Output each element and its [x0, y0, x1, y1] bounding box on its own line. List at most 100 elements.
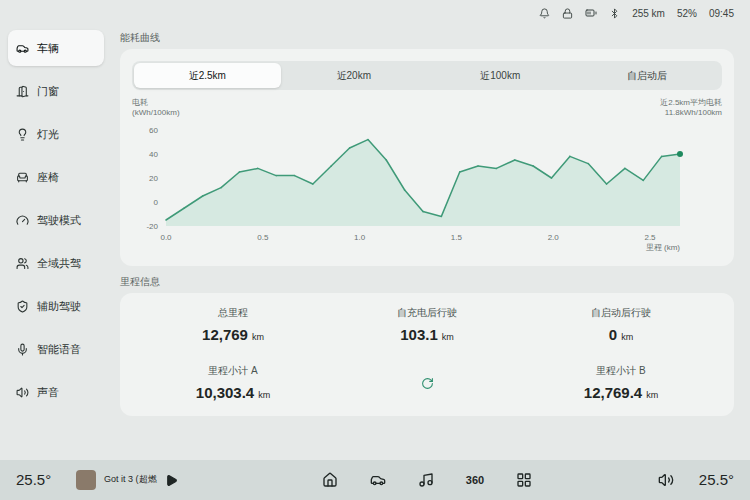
screen: 255 km 52% 09:45 车辆门窗灯光座椅驾驶模式全域共驾辅助驾驶智能语音声音… [0, 0, 750, 500]
energy-chart: 6040200-200.00.51.01.52.02.5里程 (km) [132, 122, 692, 254]
sidebar-item[interactable]: 座椅 [8, 159, 104, 195]
chart-segment [496, 160, 514, 168]
range-tabs: 近2.5km近20km近100km自启动后 [132, 61, 722, 90]
trip-meter: 里程小计 A10,303.4km [136, 363, 330, 405]
chart-segment [386, 160, 404, 190]
x-tick: 2.5 [644, 233, 656, 242]
svg-text:0: 0 [154, 198, 159, 207]
chart-segment [625, 168, 643, 180]
y-axis-title: 电耗 [132, 98, 180, 108]
average-label: 近2.5km平均电耗 [660, 98, 722, 108]
volume-icon[interactable] [658, 472, 674, 488]
x-tick: 2.0 [548, 233, 560, 242]
mileage-stat: 自充电后行驶103.1km [330, 305, 524, 347]
chart-header: 电耗(kWh/100km) 近2.5km平均电耗11.8kWh/100km [132, 94, 722, 118]
chart-segment [405, 190, 423, 212]
chart-segment [515, 160, 533, 166]
chart-segment [423, 212, 441, 217]
seat-icon [16, 171, 29, 184]
users-icon [16, 257, 29, 270]
y-tick: 20 [149, 174, 158, 183]
chart-segment [276, 175, 294, 177]
shield-icon [16, 300, 29, 313]
reset-icon[interactable] [421, 377, 434, 390]
bluetooth-icon [609, 8, 620, 19]
mic-icon [16, 343, 29, 356]
range-tab[interactable]: 近100km [427, 63, 574, 88]
sidebar-item[interactable]: 辅助驾驶 [8, 288, 104, 324]
mileage-stat: 自启动后行驶0km [524, 305, 718, 347]
svg-text:20: 20 [149, 174, 158, 183]
lock-icon [562, 8, 573, 19]
left-temperature[interactable]: 25.5° [16, 469, 60, 492]
grid-icon[interactable] [516, 472, 532, 488]
x-tick: 1.0 [354, 233, 366, 242]
battery-text: 52% [677, 6, 697, 21]
chart-segment [478, 166, 496, 168]
chart-segment [331, 148, 349, 166]
media-player[interactable]: Got it 3 (超燃 [76, 470, 196, 490]
chart-segment [295, 176, 313, 184]
sidebar-item[interactable]: 全域共驾 [8, 245, 104, 281]
right-temperature[interactable]: 25.5° [690, 469, 734, 492]
sidebar-item[interactable]: 门窗 [8, 73, 104, 109]
trip-meter: 里程小计 B12,769.4km [524, 363, 718, 405]
chart-segment [258, 168, 276, 175]
home-icon[interactable] [322, 472, 338, 488]
mileage-stat: 总里程12,769km [136, 305, 330, 347]
chart-segment [239, 168, 257, 172]
y-tick: 0 [154, 198, 159, 207]
mileage-card: 总里程12,769km自充电后行驶103.1km自启动后行驶0km 里程小计 A1… [120, 293, 734, 416]
sidebar-item[interactable]: 声音 [8, 374, 104, 410]
svg-text:60: 60 [149, 126, 158, 135]
chart-segment [570, 156, 588, 163]
body: 车辆门窗灯光座椅驾驶模式全域共驾辅助驾驶智能语音声音 能耗曲线近2.5km近20k… [0, 26, 750, 460]
range-tab[interactable]: 近2.5km [134, 63, 281, 88]
car-icon[interactable] [370, 472, 386, 488]
energy-card: 近2.5km近20km近100km自启动后电耗(kWh/100km) 近2.5km… [120, 49, 734, 266]
range-tab[interactable]: 近20km [281, 63, 428, 88]
album-art [76, 470, 96, 490]
battery-icon [585, 7, 597, 19]
chart-segment [552, 156, 570, 178]
door-icon [16, 85, 29, 98]
chart-segment [643, 156, 661, 180]
chart-segment [184, 196, 202, 208]
sidebar-item[interactable]: 智能语音 [8, 331, 104, 367]
song-title: Got it 3 (超燃 [104, 473, 157, 487]
play-icon[interactable] [165, 474, 178, 487]
x-tick: 0.0 [160, 233, 172, 242]
view-360-button[interactable]: 360 [466, 472, 484, 489]
gauge-icon [16, 214, 29, 227]
chart-area [166, 140, 680, 226]
time-text: 09:45 [709, 6, 734, 21]
sidebar-item[interactable]: 驾驶模式 [8, 202, 104, 238]
range-text: 255 km [632, 6, 665, 21]
sidebar-item[interactable]: 灯光 [8, 116, 104, 152]
y-tick: -20 [146, 222, 158, 231]
bell-icon [539, 8, 550, 19]
average-value: 11.8kWh/100km [665, 108, 722, 118]
y-tick: 60 [149, 126, 158, 135]
energy-title: 能耗曲线 [120, 30, 734, 45]
chart-segment [368, 140, 386, 160]
svg-text:-20: -20 [146, 222, 158, 231]
chart-segment [350, 140, 368, 148]
y-axis-unit: (kWh/100km) [132, 108, 180, 118]
sidebar: 车辆门窗灯光座椅驾驶模式全域共驾辅助驾驶智能语音声音 [0, 26, 104, 460]
status-bar: 255 km 52% 09:45 [0, 0, 750, 26]
chart-segment [460, 166, 478, 172]
chart-segment [166, 208, 184, 220]
music-icon[interactable] [418, 472, 434, 488]
chart-segment [221, 172, 239, 188]
chart-segment [533, 166, 551, 178]
chart-segment [313, 166, 331, 184]
car-icon [16, 42, 29, 55]
light-icon [16, 128, 29, 141]
chart-segment [588, 164, 606, 184]
sidebar-item[interactable]: 车辆 [8, 30, 104, 66]
chart-end-dot [677, 151, 683, 157]
range-tab[interactable]: 自启动后 [574, 63, 721, 88]
chart-segment [203, 188, 221, 196]
mileage-title: 里程信息 [120, 270, 734, 289]
